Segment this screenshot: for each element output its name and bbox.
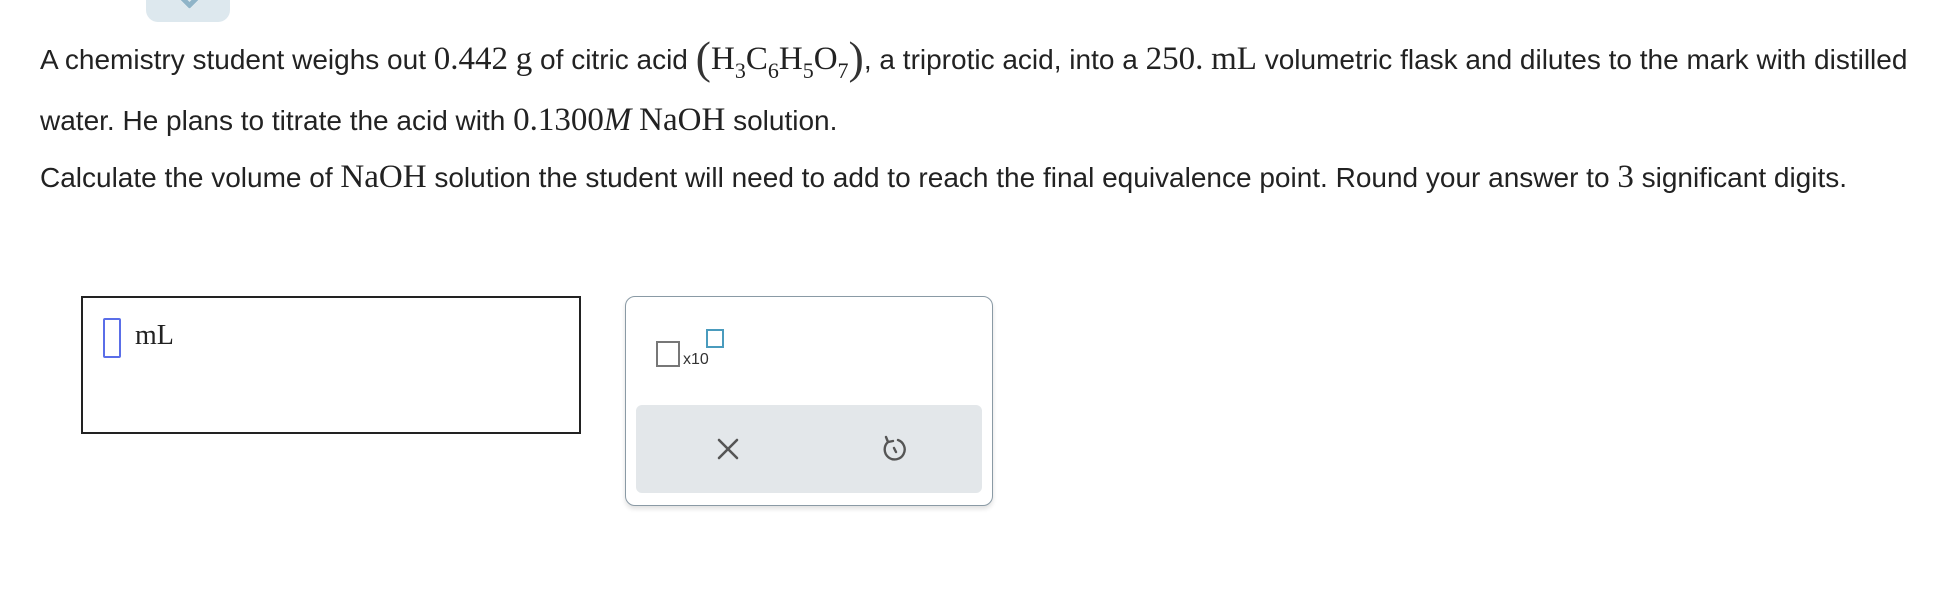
formula-element: H	[711, 41, 735, 77]
collapse-tab[interactable]	[146, 0, 230, 22]
formula-subscript: 5	[802, 58, 814, 83]
chevron-down-icon	[176, 0, 203, 9]
scientific-notation-button[interactable]: x10	[656, 329, 732, 373]
undo-button[interactable]	[874, 429, 914, 469]
answer-input-area[interactable]: mL	[81, 296, 581, 434]
text-segment: solution the student will need to add to…	[426, 162, 1618, 193]
question-paragraph-1: A chemistry student weighs out 0.442 g o…	[40, 28, 1920, 151]
volume-value: 250.	[1145, 41, 1204, 77]
exponent-box-icon	[706, 329, 724, 348]
text-segment: , a triprotic acid, into a	[863, 44, 1146, 75]
formula-open-paren: (	[695, 32, 711, 83]
formula-subscript: 7	[837, 58, 849, 83]
base-formula: NaOH	[340, 159, 427, 195]
text-segment: of citric acid	[532, 44, 696, 75]
text-segment: significant digits.	[1633, 162, 1848, 193]
citric-acid-formula: (H3C6H5O7)	[696, 32, 864, 83]
mass-value: 0.442	[433, 41, 508, 77]
x10-label: x10	[683, 351, 709, 368]
text-segment: Calculate the volume of	[40, 162, 341, 193]
mass-unit: g	[515, 41, 533, 77]
sig-digits: 3	[1617, 159, 1634, 195]
formula-element: H	[778, 41, 803, 77]
text-segment: solution.	[725, 105, 838, 136]
text-segment: A chemistry student weighs out	[40, 44, 434, 75]
mantissa-box-icon	[656, 341, 680, 367]
clear-button[interactable]	[708, 429, 748, 469]
close-icon	[717, 438, 739, 460]
volume-unit: mL	[1211, 41, 1257, 77]
concentration-value: 0.1300	[513, 102, 604, 138]
base-formula: NaOH	[639, 102, 726, 138]
question-paragraph-2: Calculate the volume of NaOH solution th…	[40, 157, 1920, 198]
answer-unit-label: mL	[135, 320, 174, 351]
formula-subscript: 3	[734, 58, 746, 83]
formula-close-paren: )	[848, 32, 864, 83]
question-text: A chemistry student weighs out 0.442 g o…	[40, 28, 1920, 198]
toolbox-action-bar	[636, 405, 982, 493]
formula-element: C	[745, 41, 768, 77]
answer-input-field[interactable]	[103, 318, 121, 358]
formula-subscript: 6	[767, 58, 779, 83]
formula-element: O	[813, 41, 838, 77]
math-toolbox: x10	[625, 296, 993, 506]
undo-icon	[883, 435, 906, 461]
molarity-unit: M	[603, 102, 632, 138]
